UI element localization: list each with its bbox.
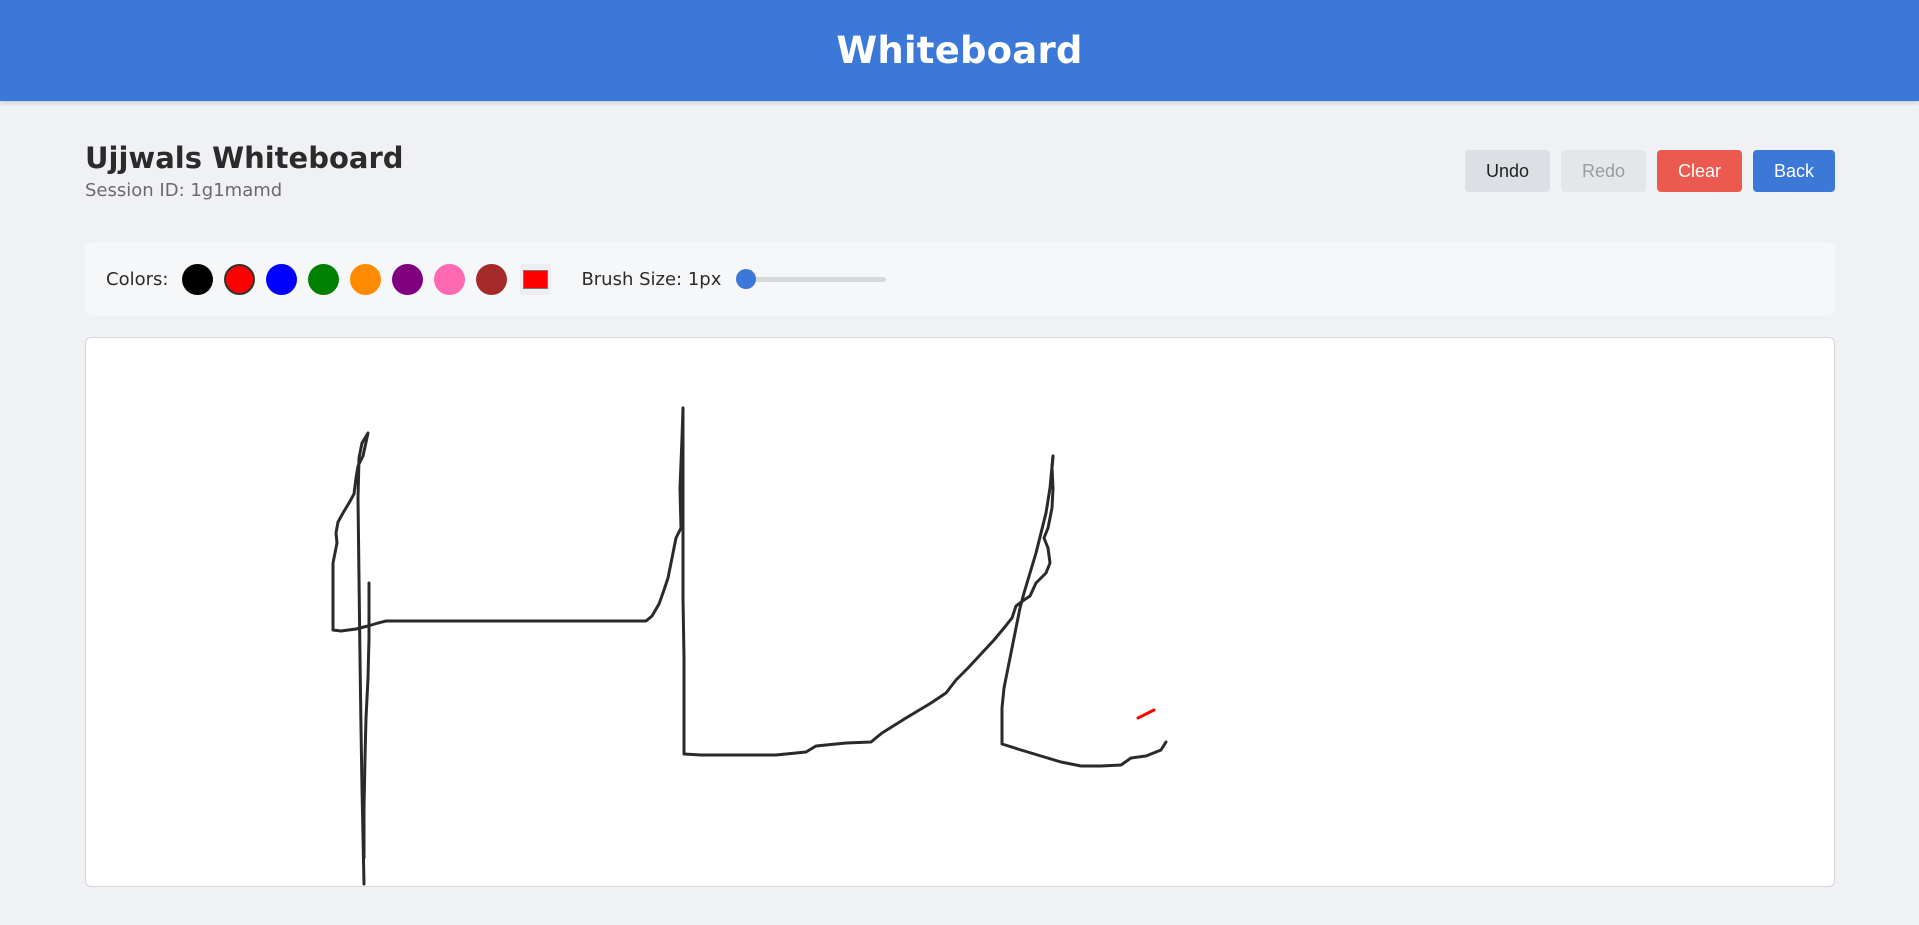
red-stroke bbox=[1136, 708, 1156, 720]
color-palette bbox=[182, 263, 518, 295]
brush-size-slider-track bbox=[736, 277, 887, 282]
color-swatch-black[interactable] bbox=[182, 263, 214, 295]
brush-size-slider[interactable] bbox=[736, 269, 887, 289]
back-button[interactable]: Back bbox=[1753, 150, 1835, 192]
redo-button[interactable]: Redo bbox=[1561, 150, 1646, 192]
clear-button[interactable]: Clear bbox=[1657, 150, 1742, 192]
brush-size-slider-thumb[interactable] bbox=[736, 269, 757, 289]
drawing-canvas[interactable] bbox=[85, 337, 1835, 887]
color-swatch-green[interactable] bbox=[308, 263, 340, 295]
undo-button[interactable]: Undo bbox=[1465, 150, 1550, 192]
color-swatch-pink[interactable] bbox=[434, 263, 466, 295]
color-swatch-purple[interactable] bbox=[392, 263, 424, 295]
drawn-stroke bbox=[681, 406, 1055, 757]
drawing-toolbar: Colors: Brush Size: 1px bbox=[85, 242, 1835, 316]
drawing-layer bbox=[331, 406, 1168, 886]
color-swatch-blue[interactable] bbox=[266, 263, 298, 295]
drawn-stroke bbox=[1000, 454, 1168, 768]
drawn-stroke bbox=[362, 581, 371, 860]
color-swatch-brown[interactable] bbox=[476, 263, 508, 295]
custom-color-picker[interactable] bbox=[520, 263, 552, 295]
colors-label: Colors: bbox=[106, 268, 169, 290]
drawn-stroke bbox=[331, 406, 685, 886]
color-swatch-red[interactable] bbox=[224, 263, 256, 295]
session-id: Session ID: 1g1mamd bbox=[85, 180, 283, 201]
custom-color-swatch bbox=[523, 269, 549, 289]
color-swatch-orange[interactable] bbox=[350, 263, 382, 295]
app-title: Whiteboard bbox=[836, 29, 1083, 72]
app-header: Whiteboard bbox=[0, 0, 1919, 101]
action-buttons: Undo Redo Clear Back bbox=[1465, 150, 1835, 192]
board-name: Ujjwals Whiteboard bbox=[85, 141, 404, 175]
board-heading: Ujjwals Whiteboard Session ID: 1g1mamd bbox=[85, 140, 404, 201]
brush-size-label: Brush Size: 1px bbox=[581, 268, 722, 290]
